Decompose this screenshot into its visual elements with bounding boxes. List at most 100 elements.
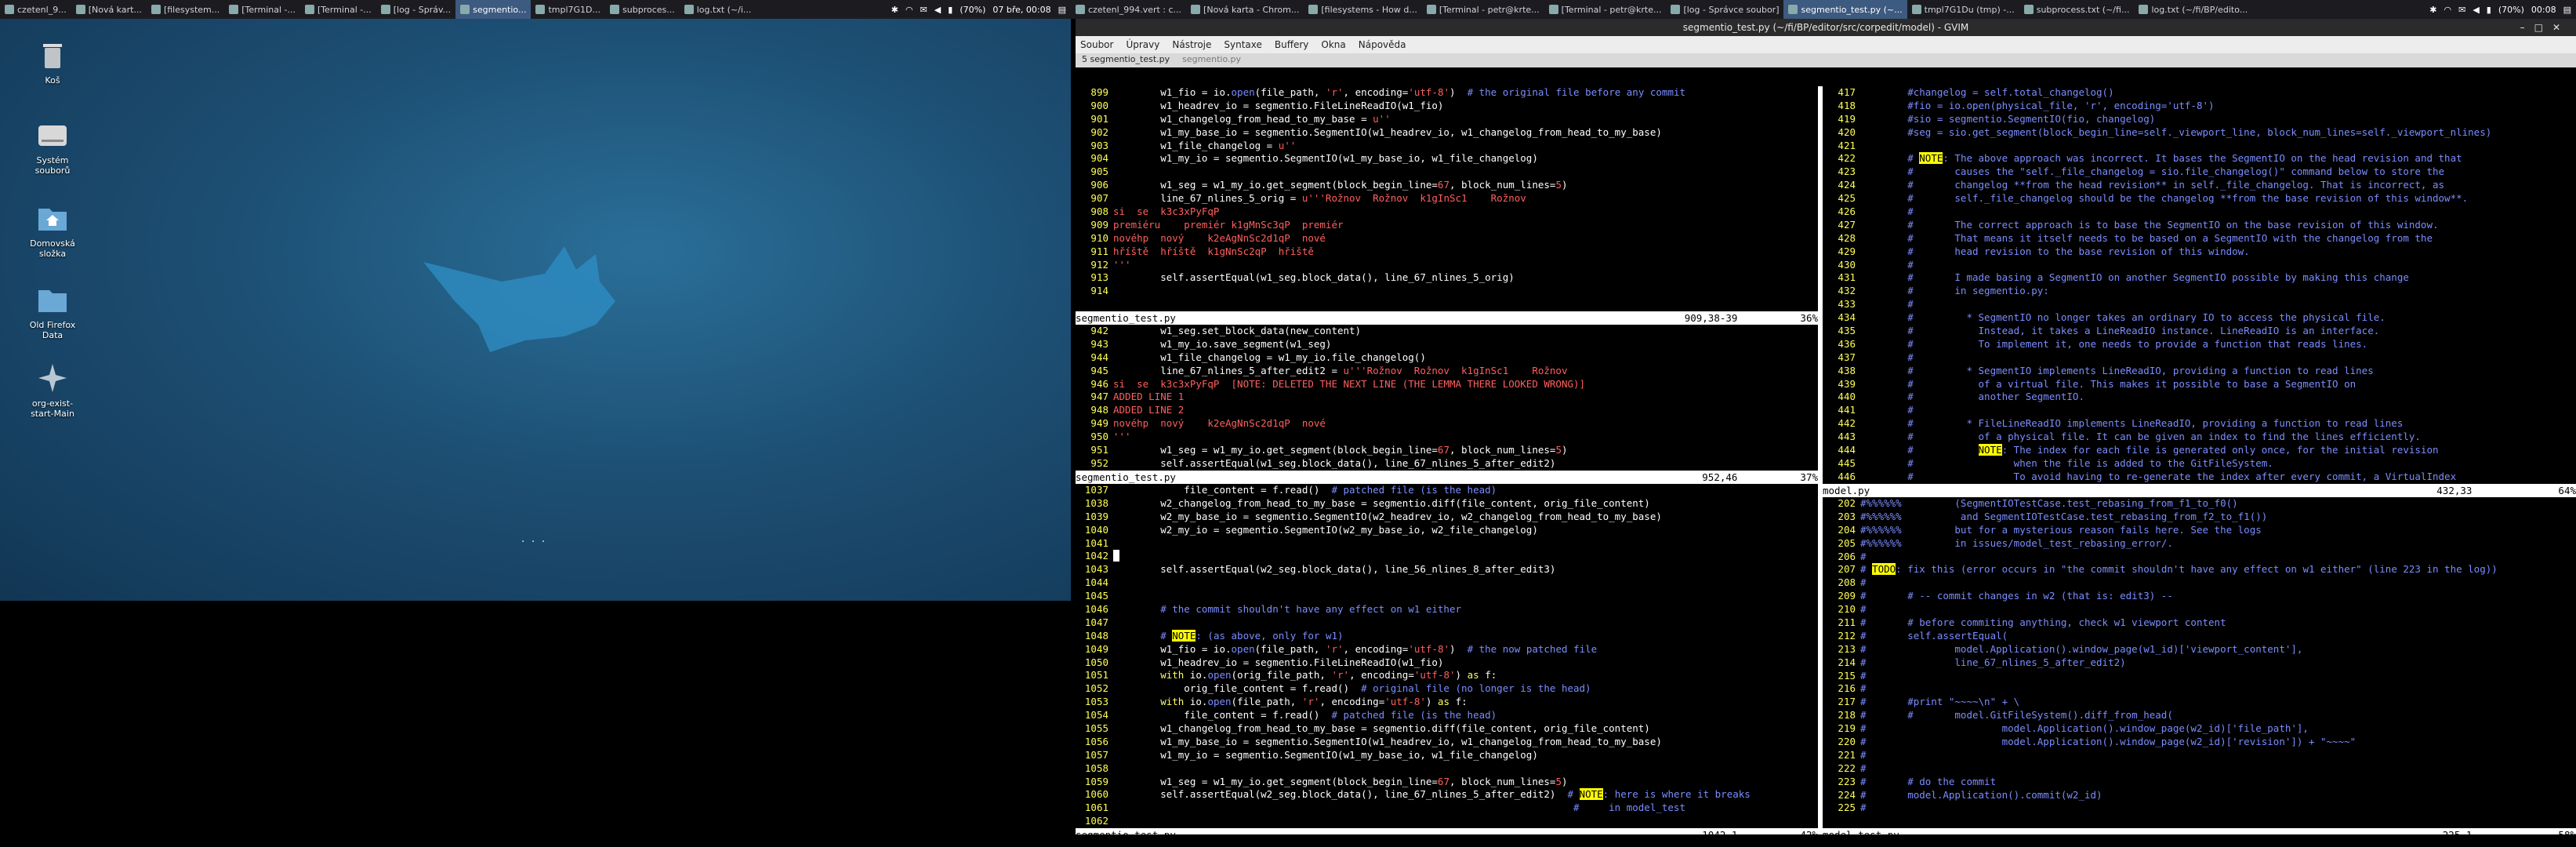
tab-segmentio-test[interactable]: 5 segmentio_test.py [1076,53,1176,67]
desktop-icon-home[interactable]: Domovská složka [22,201,83,259]
bluetooth-icon[interactable]: ✱ [2429,5,2436,15]
desktop-icon-label: Koš [45,75,60,85]
taskbar-item[interactable]: [Terminal - petr@krte... [1422,0,1544,19]
code-line: 217 # #print "~~~~\n" + \ [1823,696,2576,709]
taskbar-item[interactable]: segmentio... [455,0,532,19]
taskbar-item[interactable]: segmentio_test.py (~... [1783,0,1907,19]
code-line: 214 # line_67_nlines_5_after_edit2) [1823,656,2576,670]
code-line: 1057 w1_my_io = segmentio.SegmentIO(w1_m… [1076,749,1818,762]
taskbar-item[interactable]: [filesystem... [147,0,224,19]
taskbar-item[interactable]: tmpl7G1Du (tmp) -... [1907,0,2019,19]
code-token: # [1860,563,1873,576]
editor-split-5[interactable]: 202 #%%%%%% (SegmentIOTestCase.test_rebas… [1823,497,2576,828]
line-number: 900 [1090,99,1108,111]
taskbar-item[interactable]: czetenl_9... [0,0,71,19]
maximize-icon[interactable]: □ [2534,22,2552,33]
taskbar-item[interactable]: [Terminal -... [224,0,300,19]
menu-item[interactable]: Úpravy [1126,39,1159,50]
code-line: 444 # NOTE: The index for each file is g… [1823,444,2576,457]
taskbar-item[interactable]: [Nová kart... [71,0,147,19]
desktop-icon-filesystem[interactable]: Systém souborů [22,118,83,176]
code-token: orig_file_content = f.read() [1113,682,1362,695]
editor-split-3[interactable]: 1037 file_content = f.read() # patched f… [1076,484,1818,828]
menu-item[interactable]: Nástroje [1172,39,1211,50]
code-token: # Instead, it takes a LineReadIO instanc… [1860,325,2380,337]
clock[interactable]: 00:08 [2531,5,2556,15]
line-number: 438 [1838,364,1856,376]
menu-icon[interactable]: ▤ [2563,5,2571,15]
wifi-icon[interactable]: ◠ [905,5,913,15]
editor-split-1[interactable]: 899 w1_fio = io.open(file_path, 'r', enc… [1076,86,1818,311]
code-line: 419 #sio = segmentio.SegmentIO(fio, chan… [1823,113,2576,126]
clock[interactable]: 07 bře, 00:08 [992,5,1050,15]
code-line: 421 [1823,140,2576,153]
desktop-icon-old-firefox[interactable]: Old Firefox Data [22,282,83,340]
taskbar-item[interactable]: subproces... [605,0,680,19]
code-line: 225 # [1823,802,2576,815]
line-number: 437 [1838,351,1856,363]
taskbar-item[interactable]: czetenl_994.vert : c... [1071,0,1186,19]
menu-item[interactable]: Soubor [1080,39,1113,50]
line-number: 912 [1090,258,1108,271]
code-token: # [1860,152,1920,165]
code-token: ) [1561,179,1568,191]
desktop-icon-trash[interactable]: Koš [22,38,83,85]
minimize-icon[interactable]: – [2520,22,2534,33]
code-line: 422 # NOTE: The above approach was incor… [1823,152,2576,165]
code-token: self.assertEqual(w2_seg.block_data(), li… [1113,788,1568,801]
menu-item[interactable]: Okna [1321,39,1345,50]
volume-icon[interactable]: ◀ [934,5,941,15]
code-line: 208 # [1823,576,2576,590]
code-token: novéhp nový k2eAgNnSc2d1qP nové [1113,417,1326,430]
menu-icon[interactable]: ▤ [1058,5,1066,15]
battery-icon[interactable]: ▮ [948,5,952,15]
taskbar-item[interactable]: tmpl7G1D... [531,0,605,19]
line-number: 427 [1838,218,1856,231]
taskbar-item-label: [Terminal -... [241,4,296,15]
close-icon[interactable]: ✕ [2552,22,2570,33]
code-line: 946 si se k3c3xPyFqP [NOTE: DELETED THE N… [1076,378,1818,391]
taskbar-item[interactable]: [Terminal -... [300,0,376,19]
code-token: NOTE [1919,152,1943,165]
line-number: 1040 [1084,523,1108,536]
editor-split-2[interactable]: 942 w1_seg.set_block_data(new_content) 94… [1076,325,1818,471]
code-line: 1051 with io.open(orig_file_path, 'r', e… [1076,669,1818,682]
taskbar-item[interactable]: [log - Správce soubor] [1666,0,1783,19]
code-line: 215 # [1823,670,2576,683]
line-number: 1059 [1084,775,1108,787]
volume-icon[interactable]: ◀ [2473,5,2479,15]
battery-icon[interactable]: ▮ [2487,5,2491,15]
line-number: 1045 [1084,590,1108,602]
code-line: 943 w1_my_io.save_segment(w1_seg) [1076,338,1818,351]
menu-item[interactable]: Nápověda [1359,39,1406,50]
command-line[interactable] [1076,834,2576,847]
line-number: 223 [1838,775,1856,787]
code-line: 435 # Instead, it takes a LineReadIO ins… [1823,325,2576,338]
menu-item[interactable]: Buffery [1275,39,1309,50]
taskbar-item[interactable]: [log - Správ... [376,0,455,19]
taskbar-item[interactable]: [Terminal - petr@krte... [1544,0,1667,19]
mail-icon[interactable]: ✉ [920,5,927,15]
tab-segmentio[interactable]: segmentio.py [1176,53,1247,67]
taskbar-item[interactable]: subprocess.txt (~/fi... [2019,0,2135,19]
code-token: # [1567,788,1580,801]
wifi-icon[interactable]: ◠ [2444,5,2451,15]
code-line: 219 # model.Application().window_page(w2_… [1823,722,2576,736]
menu-item[interactable]: Syntaxe [1224,39,1262,50]
desktop-icon-org-exist[interactable]: org-exist-start-Main [22,361,83,419]
bluetooth-icon[interactable]: ✱ [891,5,898,15]
code-line: 1054 file_content = f.read() # patched f… [1076,709,1818,722]
editor-split-4[interactable]: 417 #changelog = self.total_changelog() 4… [1823,86,2576,484]
code-line: 441 # [1823,404,2576,417]
code-token: # self.assertEqual( [1860,629,2008,642]
taskbar-item[interactable]: [Nová karta - Chrom... [1186,0,1304,19]
taskbar-item[interactable]: [filesystems - How d... [1304,0,1421,19]
menu-bar: Soubor Úpravy Nástroje Syntaxe Buffery Okna Ná… [1076,36,2576,53]
code-token: (file_path, [1231,696,1302,708]
mail-icon[interactable]: ✉ [2458,5,2465,15]
taskbar-item[interactable]: log.txt (~/fi/BP/edito... [2134,0,2252,19]
line-number: 1041 [1084,536,1108,549]
code-token: self.assertEqual(w1_seg.block_data(), li… [1113,456,1556,469]
taskbar-item[interactable]: log.txt (~/i... [680,0,756,19]
code-token: : fix this (error occurs in "the commit … [1896,563,2498,576]
